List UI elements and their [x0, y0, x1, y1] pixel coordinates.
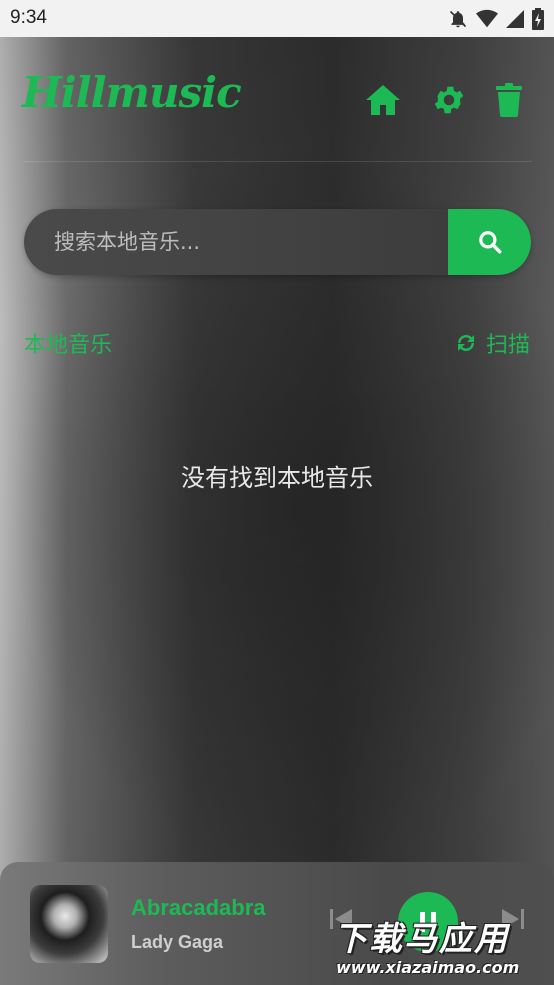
status-time: 9:34 [10, 7, 47, 28]
album-art [30, 885, 108, 963]
empty-state-message: 没有找到本地音乐 [181, 464, 373, 492]
watermark-title: 下载马应用 [334, 919, 509, 958]
header-divider [24, 161, 532, 162]
app-background [0, 37, 554, 985]
watermark: 下载马应用 www.xiazaimao.com [330, 910, 554, 985]
watermark-url: www.xiazaimao.com [336, 958, 520, 977]
trash-icon [496, 83, 522, 117]
status-bar: 9:34 [0, 0, 554, 37]
notifications-off-icon [449, 10, 467, 28]
gear-icon [434, 86, 464, 114]
wifi-icon [476, 9, 498, 28]
home-icon [366, 85, 400, 115]
status-icons [448, 8, 544, 30]
cellular-signal-icon [506, 10, 524, 28]
delete-button[interactable] [490, 82, 528, 118]
song-artist: Lady Gaga [131, 932, 224, 952]
refresh-icon [457, 335, 474, 351]
search-bar [24, 209, 531, 275]
home-button[interactable] [364, 82, 402, 118]
settings-button[interactable] [430, 82, 468, 118]
section-title-local-music: 本地音乐 [24, 333, 113, 358]
scan-button[interactable]: 扫描 [454, 327, 530, 359]
search-button[interactable] [448, 209, 531, 275]
search-input[interactable] [24, 209, 448, 275]
song-title: Abracadabra [131, 895, 266, 920]
battery-charging-icon [532, 8, 544, 30]
search-icon [478, 231, 501, 254]
app-logo: Hillmusic [22, 68, 242, 117]
scan-label: 扫描 [485, 333, 530, 358]
